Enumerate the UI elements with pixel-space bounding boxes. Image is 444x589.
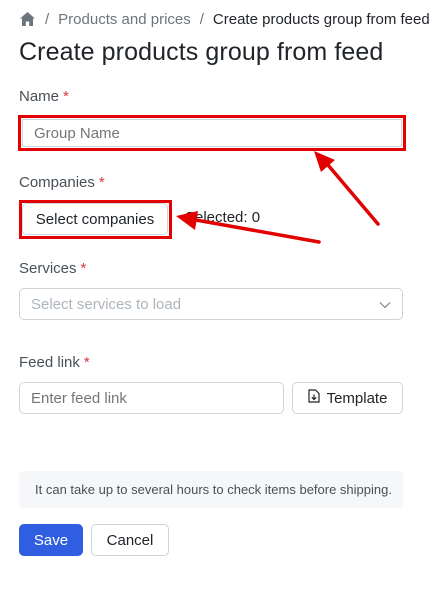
feed-link-label: Feed link * [19, 354, 90, 371]
file-download-icon [307, 389, 320, 407]
companies-label: Companies * [19, 174, 105, 191]
chevron-down-icon [379, 296, 391, 313]
required-mark: * [80, 260, 87, 277]
cancel-button-label: Cancel [106, 531, 154, 549]
services-select[interactable]: Select services to load [19, 288, 403, 320]
save-button-label: Save [33, 531, 69, 549]
breadcrumb: / Products and prices / Create products … [19, 9, 430, 29]
breadcrumb-separator: / [199, 10, 204, 28]
breadcrumb-current: Create products group from feed [212, 10, 430, 28]
name-label: Name * [19, 88, 69, 105]
home-icon[interactable] [19, 11, 36, 27]
breadcrumb-separator: / [45, 10, 50, 28]
info-notice: It can take up to several hours to check… [19, 471, 403, 508]
companies-selected-count: Selected: 0 [185, 209, 261, 226]
breadcrumb-products-and-prices[interactable]: Products and prices [58, 11, 191, 28]
feed-link-label-text: Feed link [19, 354, 80, 371]
save-button[interactable]: Save [19, 524, 83, 556]
annotation-box-companies [19, 200, 172, 239]
services-label: Services * [19, 260, 86, 277]
template-button-label: Template [326, 389, 388, 407]
annotation-arrow-name [314, 151, 380, 226]
services-label-text: Services [19, 260, 77, 277]
page-title: Create products group from feed [19, 38, 384, 66]
template-button[interactable]: Template [292, 382, 403, 414]
companies-label-text: Companies [19, 174, 95, 191]
annotation-box-name [18, 115, 406, 151]
name-label-text: Name [19, 88, 60, 105]
required-mark: * [83, 354, 90, 371]
cancel-button[interactable]: Cancel [91, 524, 169, 556]
required-mark: * [63, 88, 69, 105]
required-mark: * [98, 174, 105, 191]
services-placeholder: Select services to load [31, 295, 182, 313]
feed-link-input[interactable] [19, 382, 284, 414]
